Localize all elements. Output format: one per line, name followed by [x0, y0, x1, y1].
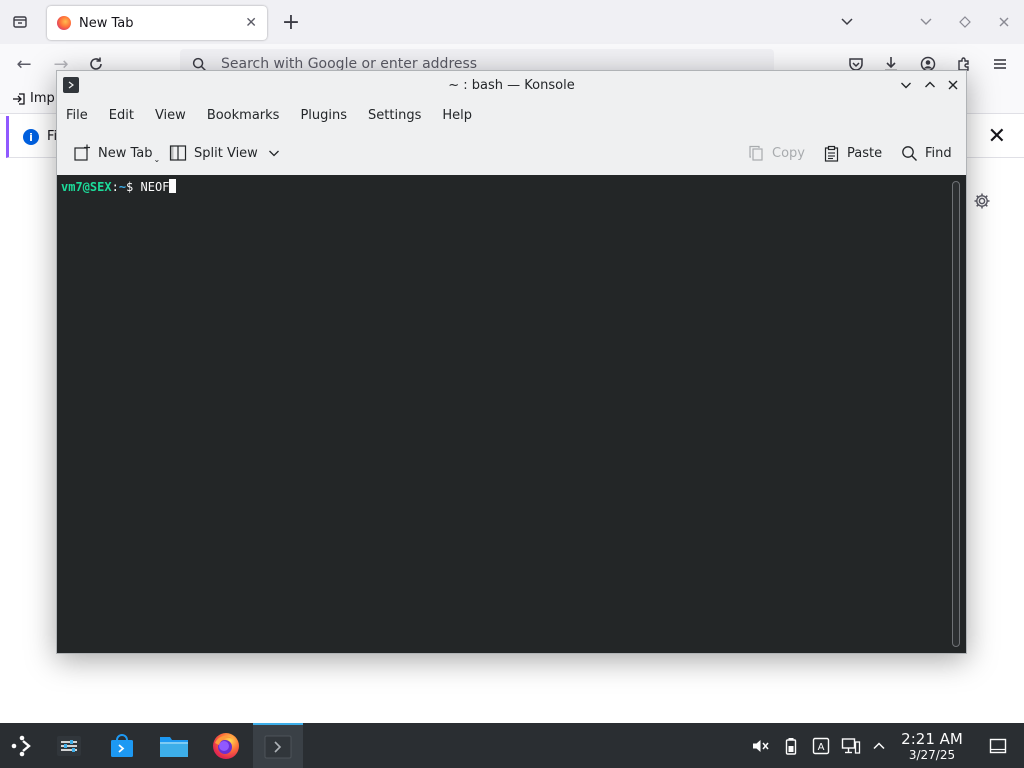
- clock-date: 3/27/25: [908, 748, 956, 762]
- find-button[interactable]: Find: [901, 141, 952, 165]
- konsole-toolbar: New Tab ⌄ Split View Copy Paste Find: [57, 135, 966, 171]
- prompt-symbol: $: [126, 180, 141, 194]
- import-bookmarks-label: Imp: [30, 91, 55, 106]
- typed-command: NEOF: [140, 180, 170, 194]
- system-settings-icon[interactable]: [47, 723, 91, 768]
- discover-store-icon[interactable]: [100, 723, 144, 768]
- close-notification-icon[interactable]: ✕: [988, 124, 1006, 149]
- prompt-separator: :: [111, 180, 119, 194]
- close-icon[interactable]: [944, 76, 962, 94]
- minimize-icon[interactable]: [916, 12, 936, 32]
- copy-label: Copy: [772, 145, 805, 161]
- konsole-title-bar[interactable]: ~ : bash — Konsole: [57, 71, 966, 99]
- maximize-icon[interactable]: [921, 76, 939, 94]
- split-view-button[interactable]: Split View: [169, 141, 287, 165]
- volume-muted-icon[interactable]: [750, 736, 770, 756]
- copy-button[interactable]: Copy: [748, 141, 805, 165]
- menu-settings[interactable]: Settings: [368, 108, 421, 123]
- customize-gear-icon[interactable]: [973, 192, 993, 212]
- minimize-icon[interactable]: [897, 76, 915, 94]
- import-icon: [13, 92, 25, 105]
- close-tab-icon[interactable]: ✕: [245, 15, 257, 31]
- prompt-user-host: vm7@SEX: [61, 180, 112, 194]
- new-tab-icon: [74, 144, 90, 161]
- window-title: ~ : bash — Konsole: [448, 77, 575, 93]
- close-window-icon[interactable]: [994, 12, 1014, 32]
- import-bookmarks-button[interactable]: Imp: [12, 91, 55, 106]
- dolphin-file-manager-icon[interactable]: [152, 723, 196, 768]
- clock-time: 2:21 AM: [901, 730, 963, 748]
- firefox-taskbar-icon[interactable]: [204, 723, 248, 768]
- konsole-taskbar-icon[interactable]: [253, 723, 303, 768]
- terminal-prompt-line: vm7@SEX:~$ NEOF: [61, 179, 177, 195]
- paste-label: Paste: [847, 145, 883, 161]
- app-menu-icon[interactable]: [989, 53, 1011, 75]
- chevron-down-icon[interactable]: [268, 147, 280, 159]
- svg-text:A: A: [818, 742, 825, 753]
- new-tab-button[interactable]: New Tab ⌄: [73, 141, 160, 165]
- menu-bookmarks[interactable]: Bookmarks: [207, 108, 280, 123]
- split-view-label: Split View: [194, 145, 258, 161]
- show-desktop-icon[interactable]: [988, 736, 1008, 756]
- firefox-favicon-icon: [57, 16, 71, 30]
- menu-file[interactable]: File: [66, 108, 88, 123]
- konsole-app-icon[interactable]: [63, 77, 79, 93]
- menu-plugins[interactable]: Plugins: [300, 108, 347, 123]
- menu-view[interactable]: View: [155, 108, 186, 123]
- browser-tab[interactable]: New Tab ✕: [47, 6, 267, 40]
- application-launcher-icon[interactable]: [0, 723, 44, 768]
- konsole-window: ~ : bash — Konsole File Edit View Bookma…: [56, 70, 967, 654]
- paste-button[interactable]: Paste: [823, 141, 882, 165]
- terminal-display[interactable]: vm7@SEX:~$ NEOF: [57, 175, 966, 653]
- maximize-icon[interactable]: [955, 12, 975, 32]
- new-tab-plus-icon[interactable]: +: [280, 10, 302, 35]
- list-all-tabs-icon[interactable]: [10, 12, 30, 32]
- new-tab-label: New Tab: [98, 145, 153, 161]
- firefox-tab-strip: New Tab ✕ +: [0, 0, 1024, 44]
- search-icon: [902, 145, 917, 161]
- back-arrow-icon[interactable]: ←: [13, 53, 35, 75]
- info-icon: i: [23, 129, 39, 145]
- new-tab-dropdown-indicator-icon: ⌄: [153, 154, 161, 164]
- terminal-scrollbar[interactable]: [952, 181, 960, 647]
- text-cursor: [169, 179, 177, 193]
- prompt-path: ~: [118, 180, 127, 194]
- taskbar: A 2:21 AM 3/27/25: [0, 723, 1024, 768]
- menu-help[interactable]: Help: [442, 108, 472, 123]
- paste-icon: [824, 145, 839, 162]
- copy-icon: [749, 145, 763, 161]
- digital-clock[interactable]: 2:21 AM 3/27/25: [896, 730, 968, 762]
- network-wired-icon[interactable]: [841, 736, 861, 756]
- menu-edit[interactable]: Edit: [109, 108, 134, 123]
- split-view-icon: [169, 145, 187, 161]
- menu-bar: File Edit View Bookmarks Plugins Setting…: [57, 101, 966, 129]
- find-label: Find: [925, 145, 952, 161]
- tab-title: New Tab: [79, 15, 134, 31]
- chevron-down-icon[interactable]: [837, 12, 857, 32]
- input-method-icon[interactable]: A: [811, 736, 831, 756]
- battery-icon[interactable]: [781, 736, 801, 756]
- show-hidden-icons-chevron-up-icon[interactable]: [869, 736, 889, 756]
